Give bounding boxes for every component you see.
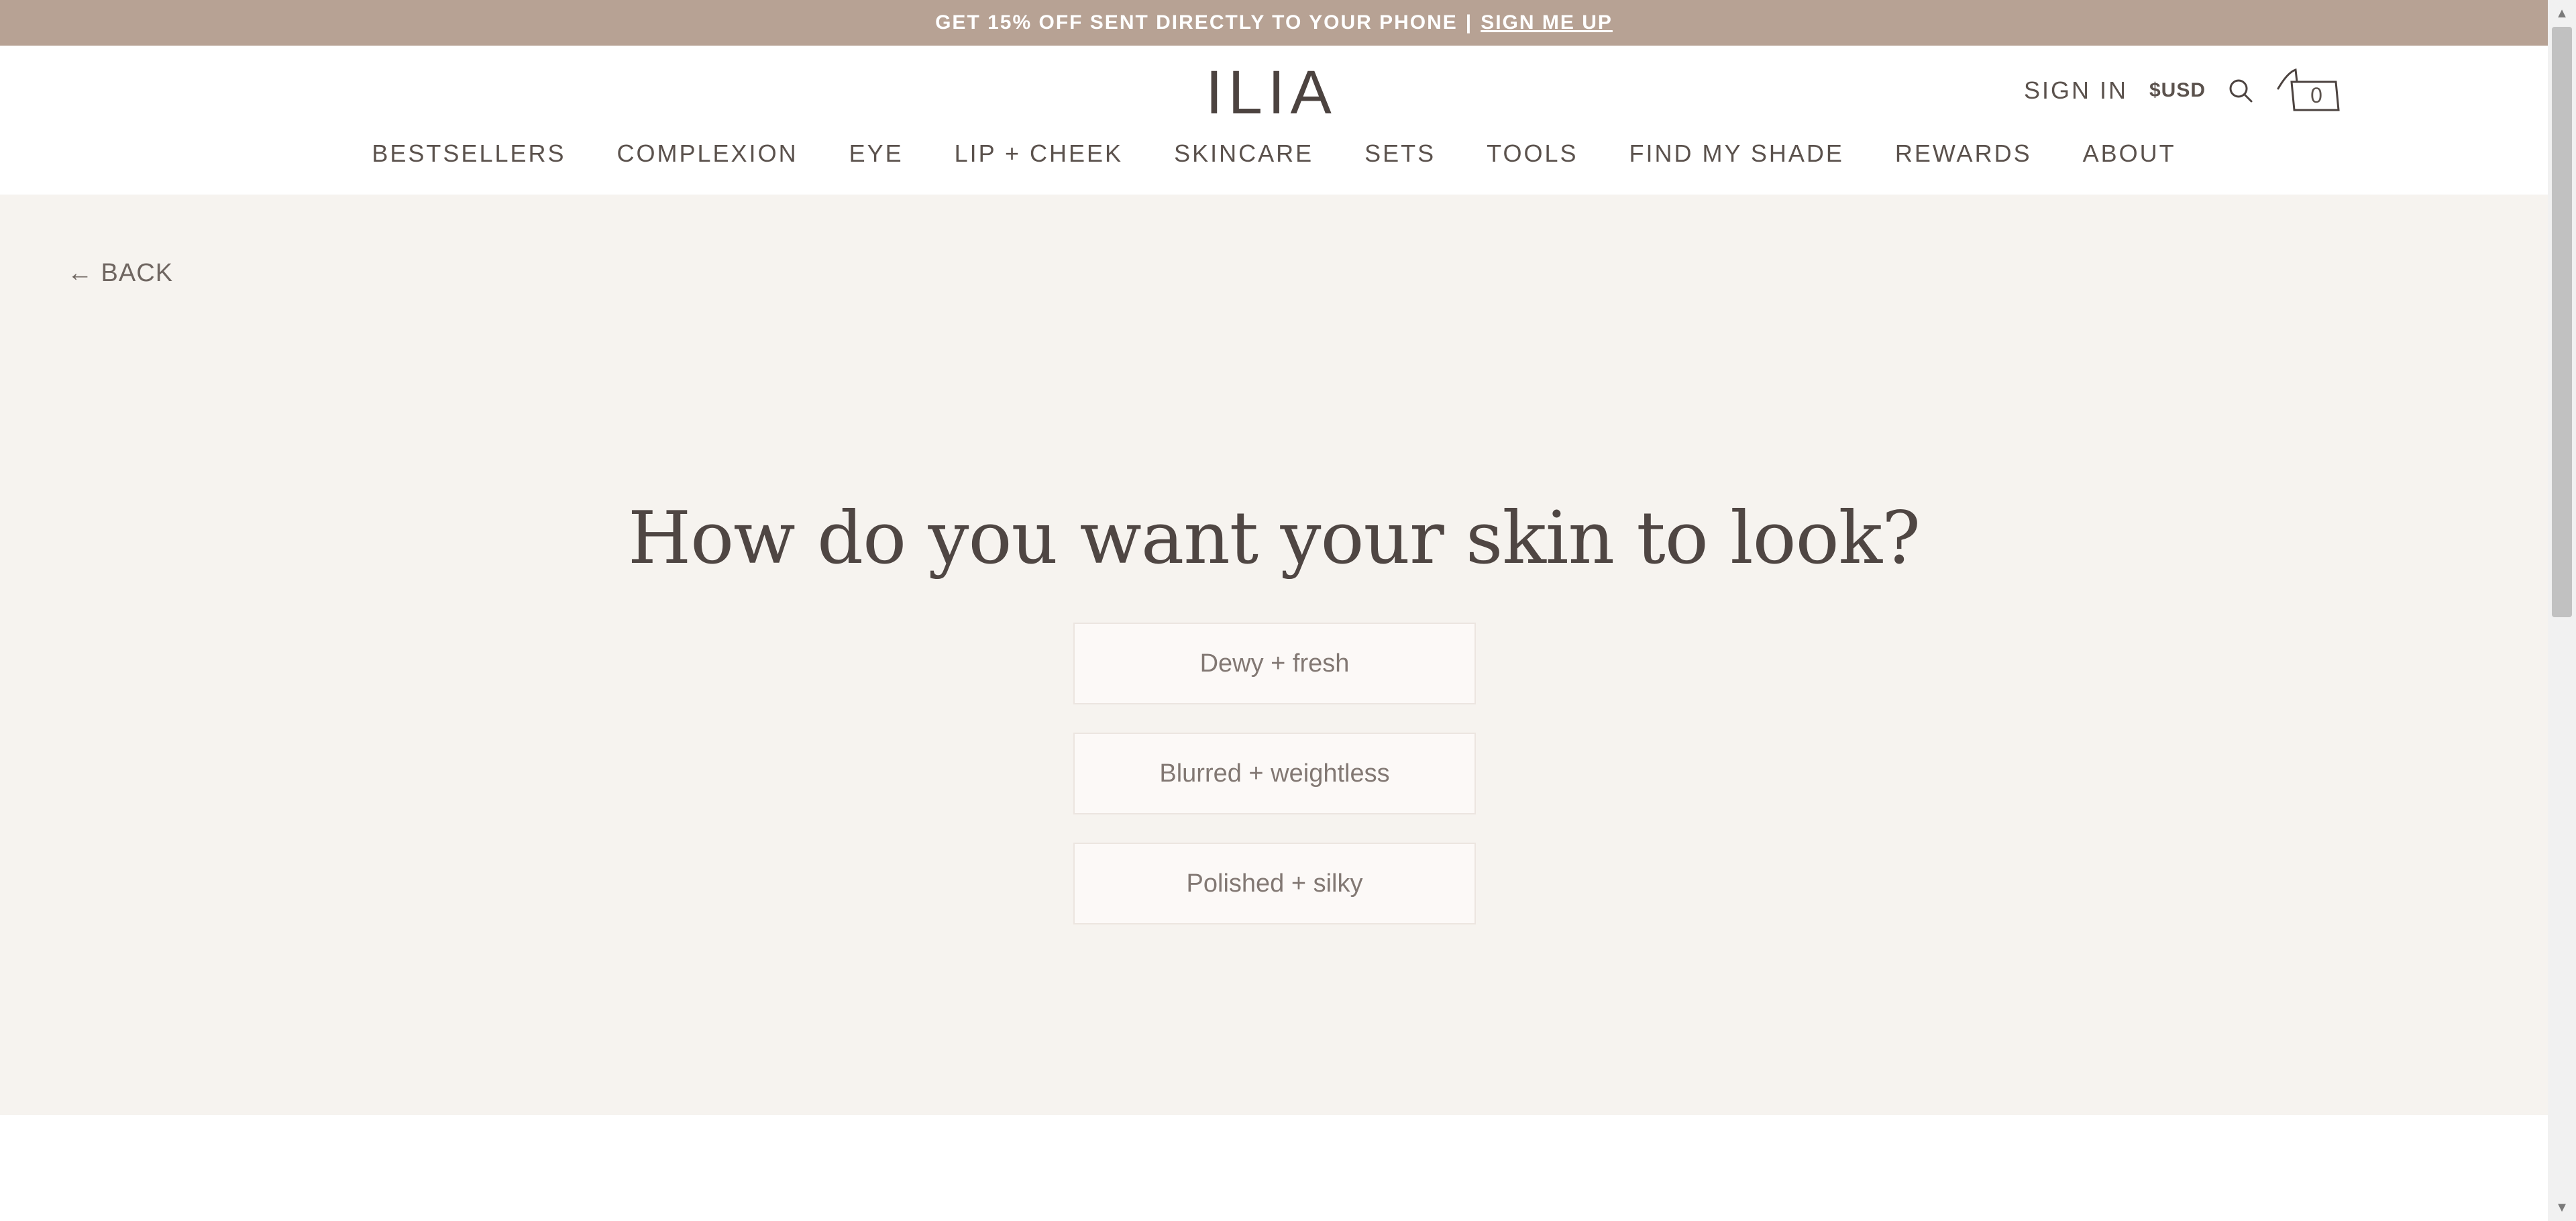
page: GET 15% OFF SENT DIRECTLY TO YOUR PHONE … [0,0,2548,1221]
scroll-down-arrow-icon[interactable]: ▼ [2548,1194,2576,1221]
brand-logo[interactable]: ILIA [1204,59,1338,126]
promo-banner: GET 15% OFF SENT DIRECTLY TO YOUR PHONE … [0,0,2548,46]
option-blurred-weightless[interactable]: Blurred + weightless [1073,733,1476,814]
header-utilities: SIGN IN $USD 0 [2024,68,2340,113]
nav-item-rewards[interactable]: REWARDS [1870,137,2057,170]
promo-signup-link[interactable]: SIGN ME UP [1481,11,1613,34]
back-button[interactable]: ← BACK [67,259,173,288]
option-dewy-fresh[interactable]: Dewy + fresh [1073,623,1476,704]
nav-item-complexion[interactable]: COMPLEXION [592,137,824,170]
scrollbar[interactable]: ▲ ▼ [2548,0,2576,1221]
promo-text: GET 15% OFF SENT DIRECTLY TO YOUR PHONE [935,11,1458,34]
promo-separator: | [1465,11,1473,34]
nav-item-about[interactable]: ABOUT [2057,137,2202,170]
quiz-section: ← BACK How do you want your skin to look… [0,195,2548,1115]
nav-item-skincare[interactable]: SKINCARE [1148,137,1339,170]
search-icon[interactable] [2227,77,2254,104]
nav-item-bestsellers[interactable]: BESTSELLERS [346,137,591,170]
main-nav: BESTSELLERS COMPLEXION EYE LIP + CHEEK S… [0,137,2548,170]
nav-item-eye[interactable]: EYE [824,137,929,170]
scroll-thumb[interactable] [2552,27,2572,617]
currency-selector[interactable]: $USD [2149,79,2206,102]
site-header: ILIA SIGN IN $USD 0 BESTSELLERS COMPLEXI… [0,46,2548,195]
nav-item-find-my-shade[interactable]: FIND MY SHADE [1604,137,1870,170]
nav-item-tools[interactable]: TOOLS [1461,137,1603,170]
nav-item-sets[interactable]: SETS [1339,137,1461,170]
sign-in-link[interactable]: SIGN IN [2024,76,2128,105]
cart-count: 0 [2310,83,2322,107]
cart-button[interactable]: 0 [2275,68,2340,113]
quiz-options: Dewy + fresh Blurred + weightless Polish… [1073,623,1476,953]
scroll-up-arrow-icon[interactable]: ▲ [2548,0,2576,27]
nav-item-lip-cheek[interactable]: LIP + CHEEK [929,137,1148,170]
option-polished-silky[interactable]: Polished + silky [1073,843,1476,924]
quiz-question: How do you want your skin to look? [627,496,1921,580]
